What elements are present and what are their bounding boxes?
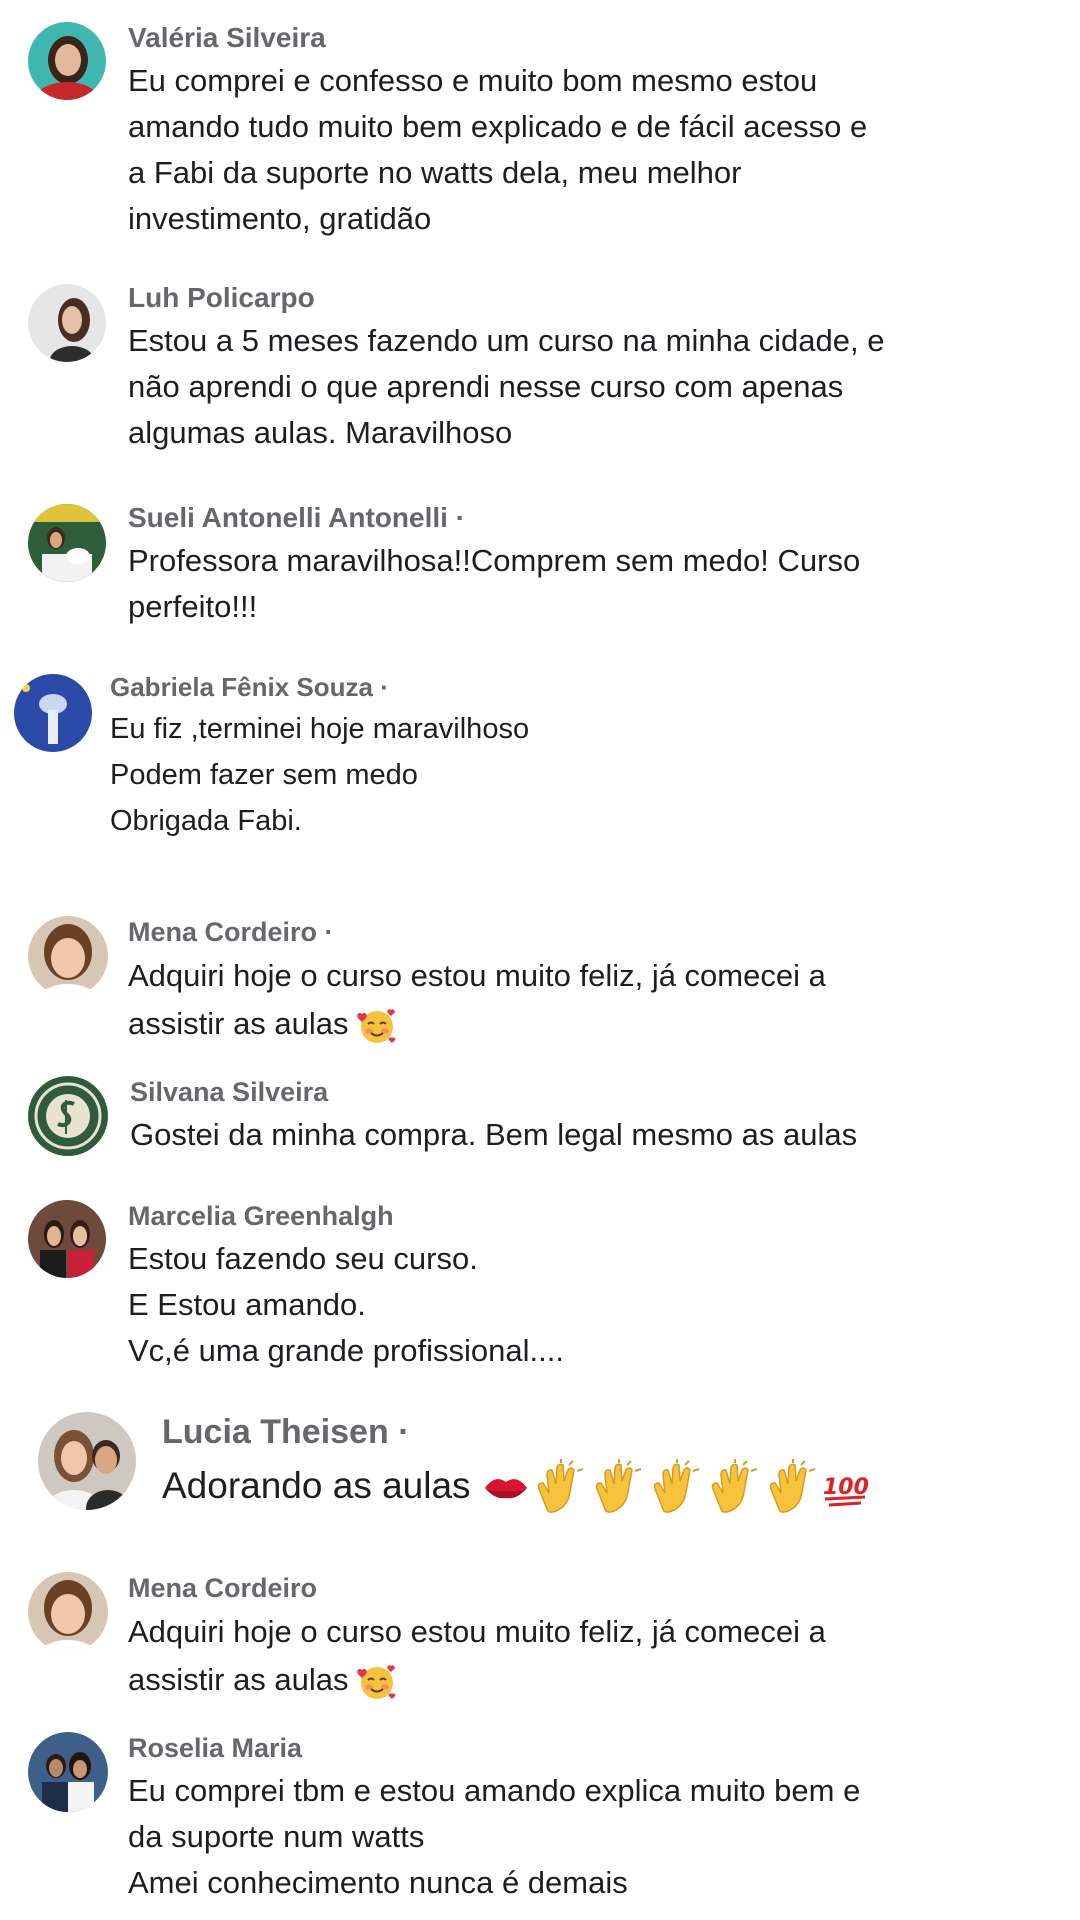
separator-dot: · <box>398 1413 410 1451</box>
comment-text-segment: Adorando as aulas <box>162 1465 471 1506</box>
comment-body: Mena Cordeiro · Adquiri hoje o curso est… <box>128 912 1070 1048</box>
comment-item: Valéria Silveira Eu comprei e confesso e… <box>0 18 1080 258</box>
comment-body: Mena Cordeiro Adquiri hoje o curso estou… <box>128 1568 1070 1704</box>
comment-text-line: Adquiri hoje o curso estou muito feliz, … <box>128 1614 826 1649</box>
comment-item: Mena Cordeiro · Adquiri hoje o curso est… <box>0 912 1080 1062</box>
comment-item: Lucia Theisen · Adorando as aulas 100 <box>0 1408 1080 1538</box>
commenter-name: Lucia Theisen · <box>162 1408 1070 1456</box>
comment-text: Eu comprei e confesso e muito bom mesmo … <box>128 63 868 236</box>
comment-body: Marcelia Greenhalgh Estou fazendo seu cu… <box>128 1196 1070 1374</box>
comment-item: Gabriela Fênix Souza · Eu fiz ,terminei … <box>0 668 1080 858</box>
smiling-face-with-hearts-icon <box>357 1662 397 1702</box>
hundred-points-icon: 100 <box>821 1468 871 1508</box>
comment-body: Valéria Silveira Eu comprei e confesso e… <box>128 18 1070 242</box>
comment-item: Luh Policarpo Estou a 5 meses fazendo um… <box>0 278 1080 468</box>
commenter-name-link[interactable]: Sueli Antonelli Antonelli <box>128 502 448 533</box>
comment-text: Estou a 5 meses fazendo um curso na minh… <box>128 323 885 450</box>
commenter-name[interactable]: Mena Cordeiro <box>128 1568 1070 1608</box>
comment-text: Adquiri hoje o curso estou muito feliz, … <box>128 1608 1070 1704</box>
commenter-name[interactable]: Silvana Silveira <box>130 1072 1070 1112</box>
comment-text-line: assistir as aulas <box>128 1000 1070 1048</box>
avatar[interactable] <box>38 1412 136 1510</box>
commenter-name-link[interactable]: Lucia Theisen <box>162 1413 389 1451</box>
comment-text-line: Adquiri hoje o curso estou muito feliz, … <box>128 958 826 993</box>
comment-body: Roselia Maria Eu comprei tbm e estou ama… <box>128 1728 1070 1906</box>
commenter-name[interactable]: Valéria Silveira <box>128 18 1070 58</box>
comment-item: Silvana Silveira Gostei da minha compra.… <box>0 1072 1080 1182</box>
commenter-name[interactable]: Luh Policarpo <box>128 278 1070 318</box>
comment-body: Gabriela Fênix Souza · Eu fiz ,terminei … <box>110 668 1070 844</box>
comment-body: Luh Policarpo Estou a 5 meses fazendo um… <box>128 278 1070 456</box>
commenter-name[interactable]: Roselia Maria <box>128 1728 1070 1768</box>
avatar[interactable] <box>28 1076 108 1156</box>
avatar[interactable] <box>28 22 106 100</box>
avatar[interactable] <box>28 284 106 362</box>
comment-text: Professora maravilhosa!!Comprem sem medo… <box>128 543 861 624</box>
comment-body: Sueli Antonelli Antonelli · Professora m… <box>128 498 1070 630</box>
commenter-name[interactable]: Marcelia Greenhalgh <box>128 1196 1070 1236</box>
smiling-face-with-hearts-icon <box>357 1006 397 1046</box>
avatar[interactable] <box>28 504 106 582</box>
commenter-name-link[interactable]: Gabriela Fênix Souza <box>110 672 373 702</box>
commenter-name: Sueli Antonelli Antonelli · <box>128 498 1070 538</box>
separator-dot: · <box>455 502 466 533</box>
comment-text: Eu comprei tbm e estou amando explica mu… <box>128 1773 861 1900</box>
comment-body: Lucia Theisen · Adorando as aulas 100 <box>162 1408 1070 1517</box>
comment-item: Roselia Maria Eu comprei tbm e estou ama… <box>0 1728 1080 1920</box>
avatar[interactable] <box>28 1200 106 1278</box>
clapping-hands-icon <box>705 1459 763 1517</box>
kiss-mark-icon <box>481 1468 531 1508</box>
avatar[interactable] <box>28 916 108 996</box>
commenter-name-link[interactable]: Mena Cordeiro <box>128 917 317 947</box>
avatar[interactable] <box>28 1732 108 1812</box>
comment-item: Mena Cordeiro Adquiri hoje o curso estou… <box>0 1568 1080 1718</box>
avatar[interactable] <box>14 674 92 752</box>
avatar[interactable] <box>28 1572 108 1652</box>
comment-item: Marcelia Greenhalgh Estou fazendo seu cu… <box>0 1196 1080 1376</box>
clapping-hands-icon <box>589 1459 647 1517</box>
clapping-hands-icon <box>647 1459 705 1517</box>
comment-text: Gostei da minha compra. Bem legal mesmo … <box>130 1117 858 1152</box>
comment-text-segment: assistir as aulas <box>128 1006 349 1041</box>
comment-text: Adquiri hoje o curso estou muito feliz, … <box>128 952 1070 1048</box>
comment-body: Silvana Silveira Gostei da minha compra.… <box>130 1072 1070 1158</box>
separator-dot: · <box>380 672 389 702</box>
clapping-hands-icon <box>531 1459 589 1517</box>
comment-text-line: assistir as aulas <box>128 1656 1070 1704</box>
commenter-name: Mena Cordeiro · <box>128 912 1070 952</box>
commenter-name: Gabriela Fênix Souza · <box>110 668 1070 706</box>
comment-text: Adorando as aulas 100 <box>162 1456 1070 1517</box>
comment-text-segment: assistir as aulas <box>128 1662 349 1697</box>
comment-text: Estou fazendo seu curso. E Estou amando.… <box>128 1241 564 1368</box>
comment-item: Sueli Antonelli Antonelli · Professora m… <box>0 498 1080 648</box>
comment-text: Eu fiz ,terminei hoje maravilhoso Podem … <box>110 713 530 837</box>
separator-dot: · <box>324 917 334 947</box>
clapping-hands-icon <box>763 1459 821 1517</box>
